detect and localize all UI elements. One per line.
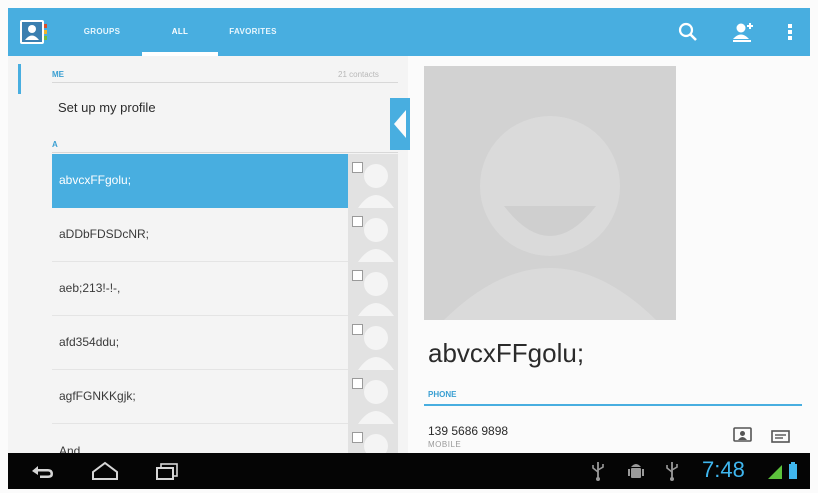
contact-row[interactable]: aDDbFDSDcNR; — [52, 208, 398, 262]
phone-number[interactable]: 139 5686 9898 — [428, 424, 508, 438]
signal-strength-icon — [768, 465, 782, 479]
phone-section-header: PHONE — [428, 390, 457, 399]
system-navigation-bar: 7:48 — [8, 453, 810, 489]
quick-contact-badge[interactable] — [352, 432, 363, 443]
contact-list[interactable]: ME 21 contacts Set up my profile A abvcx… — [8, 56, 408, 453]
tab-all[interactable]: ALL — [142, 8, 218, 56]
usb-icon — [592, 462, 604, 481]
back-icon[interactable] — [28, 459, 58, 483]
tablet-screen: GROUPS ALL FAVORITES ME 21 contacts Set … — [0, 0, 818, 493]
battery-icon — [789, 462, 797, 479]
contact-count: 21 contacts — [338, 70, 379, 79]
contact-photo[interactable] — [424, 66, 676, 320]
contact-name: afd354ddu; — [59, 335, 120, 349]
search-icon[interactable] — [675, 19, 701, 45]
android-debug-icon — [628, 464, 644, 478]
contact-detail-name: abvcxFFgolu; — [428, 338, 585, 368]
contacts-app-icon[interactable] — [18, 18, 48, 46]
overflow-menu-icon[interactable] — [777, 19, 803, 45]
quick-contact-badge[interactable] — [352, 162, 363, 173]
add-contact-icon[interactable] — [729, 19, 755, 45]
contact-name: agfFGNKKgjk; — [59, 389, 136, 403]
contact-row[interactable]: agfFGNKKgjk; — [52, 370, 398, 424]
contact-row[interactable]: And — [52, 424, 398, 453]
fast-scroll-indicator[interactable] — [18, 64, 21, 94]
phone-section-divider — [424, 404, 802, 406]
quick-contact-badge[interactable] — [352, 270, 363, 281]
message-icon[interactable] — [770, 427, 792, 447]
person-silhouette-icon — [424, 66, 676, 320]
contact-name: aeb;213!-!-, — [59, 281, 121, 295]
quick-contact-badge[interactable] — [352, 216, 363, 227]
tab-groups[interactable]: GROUPS — [72, 8, 132, 56]
phone-type-label: MOBILE — [428, 440, 462, 449]
set-up-profile-item[interactable]: Set up my profile — [58, 100, 156, 115]
contact-detail-pane: abvcxFFgolu; PHONE 139 5686 9898 MOBILE — [410, 56, 810, 453]
section-header-me: ME — [52, 70, 64, 79]
contact-row[interactable]: afd354ddu; — [52, 316, 398, 370]
action-bar: GROUPS ALL FAVORITES — [8, 8, 810, 56]
section-divider — [52, 82, 398, 83]
recent-apps-icon[interactable] — [152, 459, 182, 483]
tab-favorites[interactable]: FAVORITES — [212, 8, 294, 56]
contact-name: abvcxFFgolu; — [59, 173, 132, 187]
contact-name: aDDbFDSDcNR; — [59, 227, 150, 241]
section-divider — [52, 152, 398, 153]
section-header-a: A — [52, 140, 58, 149]
status-clock[interactable]: 7:48 — [702, 457, 745, 483]
contact-row[interactable]: abvcxFFgolu; — [52, 154, 398, 208]
usb-icon — [666, 462, 678, 481]
home-icon[interactable] — [88, 459, 122, 483]
contact-row[interactable]: aeb;213!-!-, — [52, 262, 398, 316]
video-call-icon[interactable] — [732, 425, 754, 445]
selection-pointer-notch — [394, 110, 406, 138]
contact-name: And — [59, 444, 81, 453]
quick-contact-badge[interactable] — [352, 378, 363, 389]
quick-contact-badge[interactable] — [352, 324, 363, 335]
